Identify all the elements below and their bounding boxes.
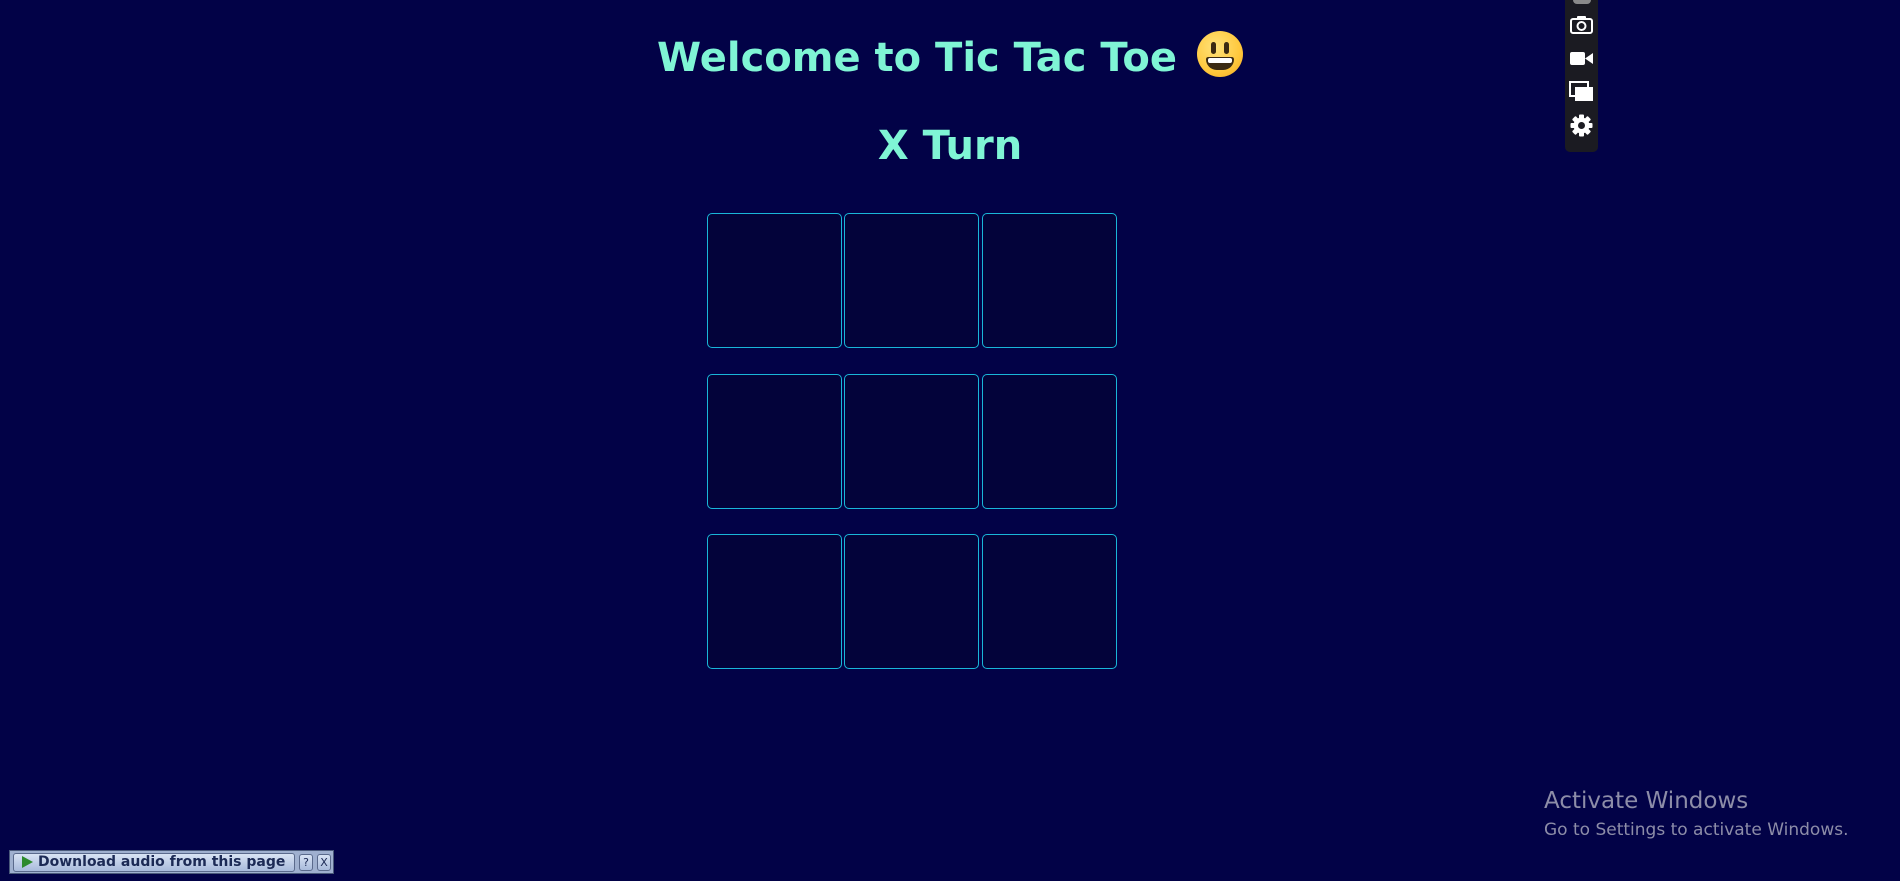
download-audio-label: Download audio from this page xyxy=(38,854,286,870)
help-button[interactable]: ? xyxy=(299,853,313,871)
watermark-subtitle: Go to Settings to activate Windows. xyxy=(1544,820,1849,840)
video-camera-icon[interactable] xyxy=(1569,46,1594,71)
download-audio-button[interactable]: Download audio from this page xyxy=(13,852,295,872)
board-cell-5[interactable] xyxy=(844,374,979,509)
board-cell-1[interactable] xyxy=(707,213,842,348)
play-icon xyxy=(22,856,33,868)
board-cell-3[interactable] xyxy=(982,213,1117,348)
game-page: Welcome to Tic Tac Toe X Turn Activate W… xyxy=(0,0,1900,881)
board-cell-4[interactable] xyxy=(707,374,842,509)
capture-toolbar xyxy=(1565,0,1598,152)
grinning-face-icon xyxy=(1196,31,1243,77)
board-cell-2[interactable] xyxy=(844,213,979,348)
board-cell-8[interactable] xyxy=(844,534,979,669)
windows-activation-watermark: Activate Windows Go to Settings to activ… xyxy=(1544,786,1849,842)
board-cell-6[interactable] xyxy=(982,374,1117,509)
close-button[interactable]: X xyxy=(317,853,331,871)
toolbar-handle[interactable] xyxy=(1573,0,1591,4)
board-cell-9[interactable] xyxy=(982,534,1117,669)
title-text: Welcome to Tic Tac Toe xyxy=(657,35,1178,81)
board-cell-7[interactable] xyxy=(707,534,842,669)
turn-indicator: X Turn xyxy=(877,123,1023,169)
windows-icon[interactable] xyxy=(1569,79,1594,104)
camera-icon[interactable] xyxy=(1569,12,1594,37)
watermark-title: Activate Windows xyxy=(1544,788,1749,814)
download-audio-bar: Download audio from this page ? X xyxy=(9,850,334,874)
gear-icon[interactable] xyxy=(1569,113,1594,138)
page-title: Welcome to Tic Tac Toe xyxy=(0,30,1900,86)
